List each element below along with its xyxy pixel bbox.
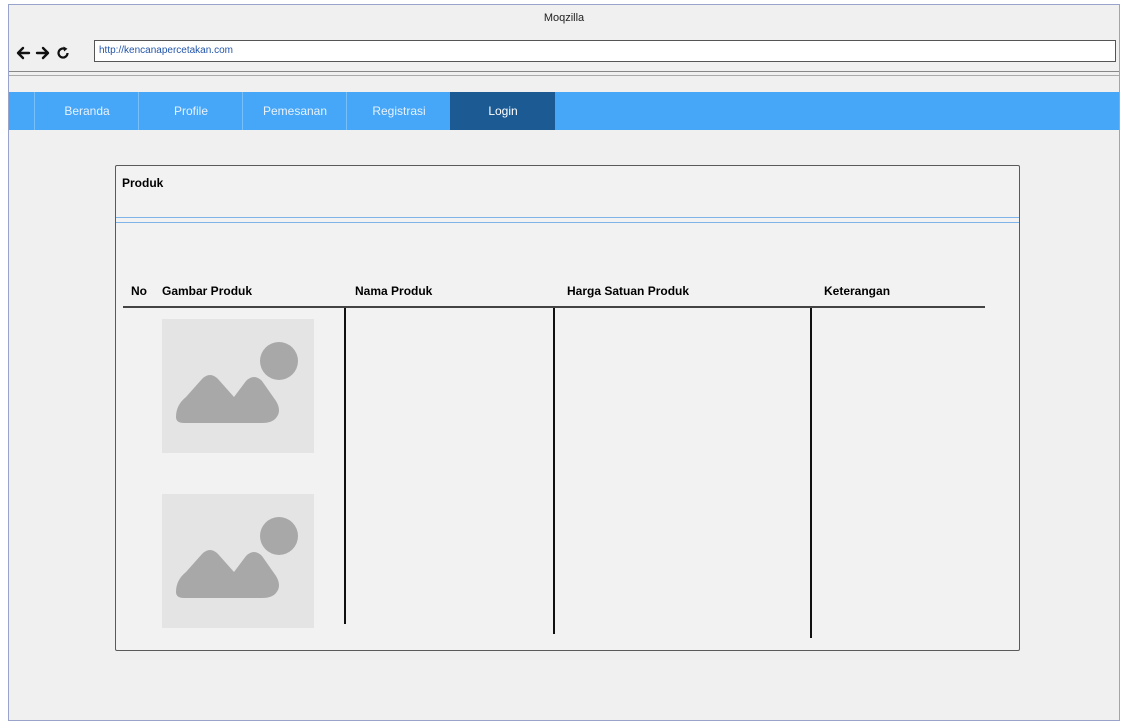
menu-item-registrasi[interactable]: Registrasi [346, 92, 451, 130]
panel-divider [116, 217, 1019, 223]
image-placeholder-icon [176, 517, 298, 598]
reload-icon[interactable] [55, 44, 71, 62]
toolbar-divider [9, 75, 1119, 76]
menu-item-beranda[interactable]: Beranda [34, 92, 139, 130]
product-image-placeholder [162, 494, 314, 628]
column-header-nama-produk: Nama Produk [355, 284, 433, 298]
column-header-harga-satuan-produk: Harga Satuan Produk [567, 284, 690, 298]
column-header-keterangan: Keterangan [824, 284, 891, 298]
column-divider [553, 308, 555, 634]
column-divider [810, 308, 812, 638]
column-header-no: No [131, 284, 147, 298]
menu-item-login[interactable]: Login [450, 92, 555, 130]
produk-panel: Produk No Gambar Produk Nama Produk Harg… [115, 165, 1020, 651]
menu-item-pemesanan[interactable]: Pemesanan [242, 92, 347, 130]
toolbar-divider [9, 71, 1119, 72]
forward-arrow-icon[interactable] [35, 44, 51, 62]
image-placeholder-icon [176, 342, 298, 423]
column-divider [344, 308, 346, 624]
column-header-gambar-produk: Gambar Produk [162, 284, 253, 298]
panel-title: Produk [122, 176, 164, 190]
browser-nav-controls [15, 43, 71, 63]
product-image-placeholder [162, 319, 314, 453]
back-arrow-icon[interactable] [15, 44, 31, 62]
url-input[interactable]: http://kencanapercetakan.com [94, 40, 1116, 62]
window-title: Moqzilla [543, 12, 585, 24]
browser-window: Moqzilla http://kencanapercetakan.com Be… [8, 4, 1120, 721]
menu-item-profile[interactable]: Profile [138, 92, 243, 130]
main-menu-bar: Beranda Profile Pemesanan Registrasi Log… [9, 92, 1119, 130]
